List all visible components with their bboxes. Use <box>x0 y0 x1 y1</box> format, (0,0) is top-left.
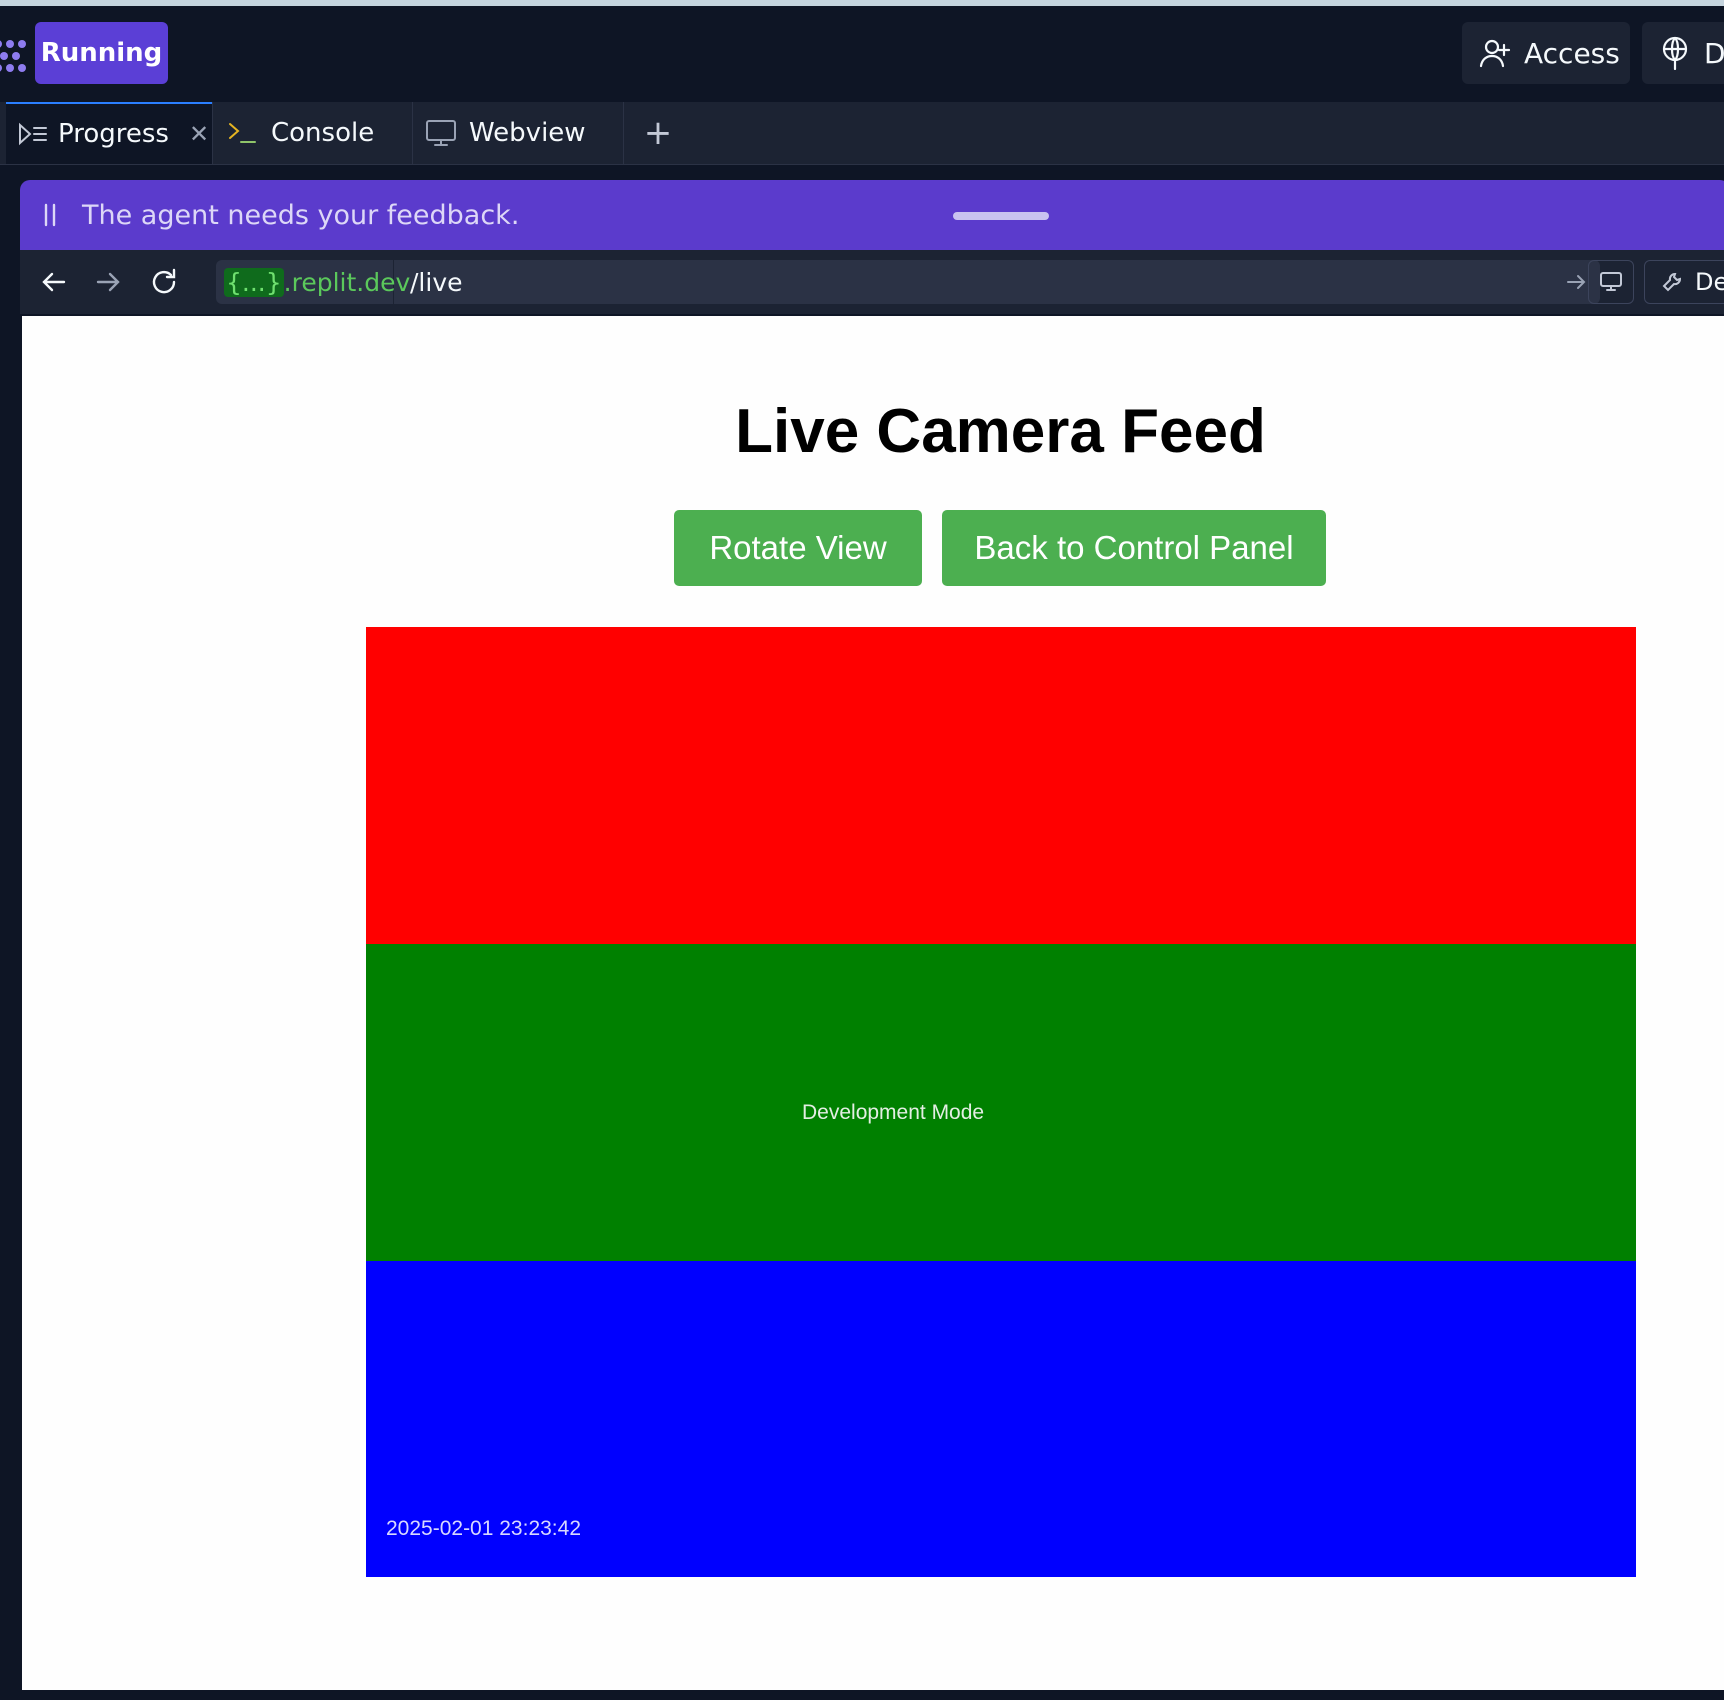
devtools-button[interactable]: De <box>1644 260 1724 304</box>
web-page: Live Camera Feed Rotate View Back to Con… <box>22 316 1724 1690</box>
new-tab-button[interactable]: + <box>640 102 676 164</box>
rotate-view-label: Rotate View <box>709 529 887 566</box>
close-icon[interactable]: ✕ <box>189 120 209 148</box>
deploy-label: D <box>1704 36 1724 70</box>
back-to-control-panel-label: Back to Control Panel <box>974 529 1294 566</box>
progress-icon <box>19 122 47 146</box>
add-user-icon <box>1479 39 1511 68</box>
tab-bar: Progress ✕ Console Webview + <box>0 102 1724 165</box>
feed-timestamp: 2025-02-01 23:23:42 <box>386 1517 581 1540</box>
tab-webview-label: Webview <box>469 118 586 148</box>
url-path: /live <box>410 267 463 297</box>
wrench-icon <box>1662 273 1681 292</box>
tab-progress[interactable]: Progress ✕ <box>6 102 212 164</box>
tab-progress-label: Progress <box>58 119 169 149</box>
terminal-icon <box>229 123 256 143</box>
reload-icon[interactable] <box>146 264 182 300</box>
device-preview-button[interactable] <box>1588 260 1634 304</box>
feedback-message: The agent needs your feedback. <box>82 199 520 231</box>
tab-divider <box>623 102 624 164</box>
access-button[interactable]: Access <box>1462 22 1630 84</box>
pause-icon[interactable] <box>42 202 58 228</box>
url-domain-highlight: {...} <box>224 267 284 297</box>
rotate-view-button[interactable]: Rotate View <box>674 510 922 586</box>
back-to-control-panel-button[interactable]: Back to Control Panel <box>942 510 1326 586</box>
agent-logo-icon <box>0 40 26 72</box>
browser-toolbar: {...} .replit.dev /live De <box>20 250 1724 314</box>
feed-mode-label: Development Mode <box>802 1101 985 1124</box>
go-arrow-icon[interactable] <box>1566 272 1586 292</box>
monitor-icon <box>426 120 456 146</box>
tab-console[interactable]: Console <box>213 102 412 164</box>
running-status-button[interactable]: Running <box>35 22 168 84</box>
url-domain: {...} .replit.dev <box>216 260 410 304</box>
page-title: Live Camera Feed <box>735 397 1266 466</box>
forward-arrow-icon[interactable] <box>90 264 126 300</box>
monitor-icon <box>1600 272 1622 291</box>
back-arrow-icon[interactable] <box>36 264 72 300</box>
camera-feed: Development Mode 2025-02-01 23:23:42 <box>366 627 1636 1577</box>
tab-console-label: Console <box>271 118 375 148</box>
tab-webview[interactable]: Webview <box>413 102 623 164</box>
running-status-label: Running <box>40 38 163 68</box>
drag-handle[interactable] <box>953 212 1049 220</box>
deploy-icon <box>1662 36 1688 70</box>
feed-band-top <box>366 627 1636 944</box>
feed-band-middle <box>366 944 1636 1261</box>
devtools-label: De <box>1695 268 1724 296</box>
url-bar[interactable]: {...} .replit.dev /live <box>216 260 1600 304</box>
workspace-header: Running Access D <box>0 6 1724 102</box>
access-label: Access <box>1524 36 1620 70</box>
deploy-button[interactable]: D <box>1642 22 1724 84</box>
url-domain-suffix: .replit.dev <box>283 267 411 297</box>
plus-icon: + <box>643 113 673 153</box>
feedback-banner: The agent needs your feedback. <box>20 180 1724 250</box>
